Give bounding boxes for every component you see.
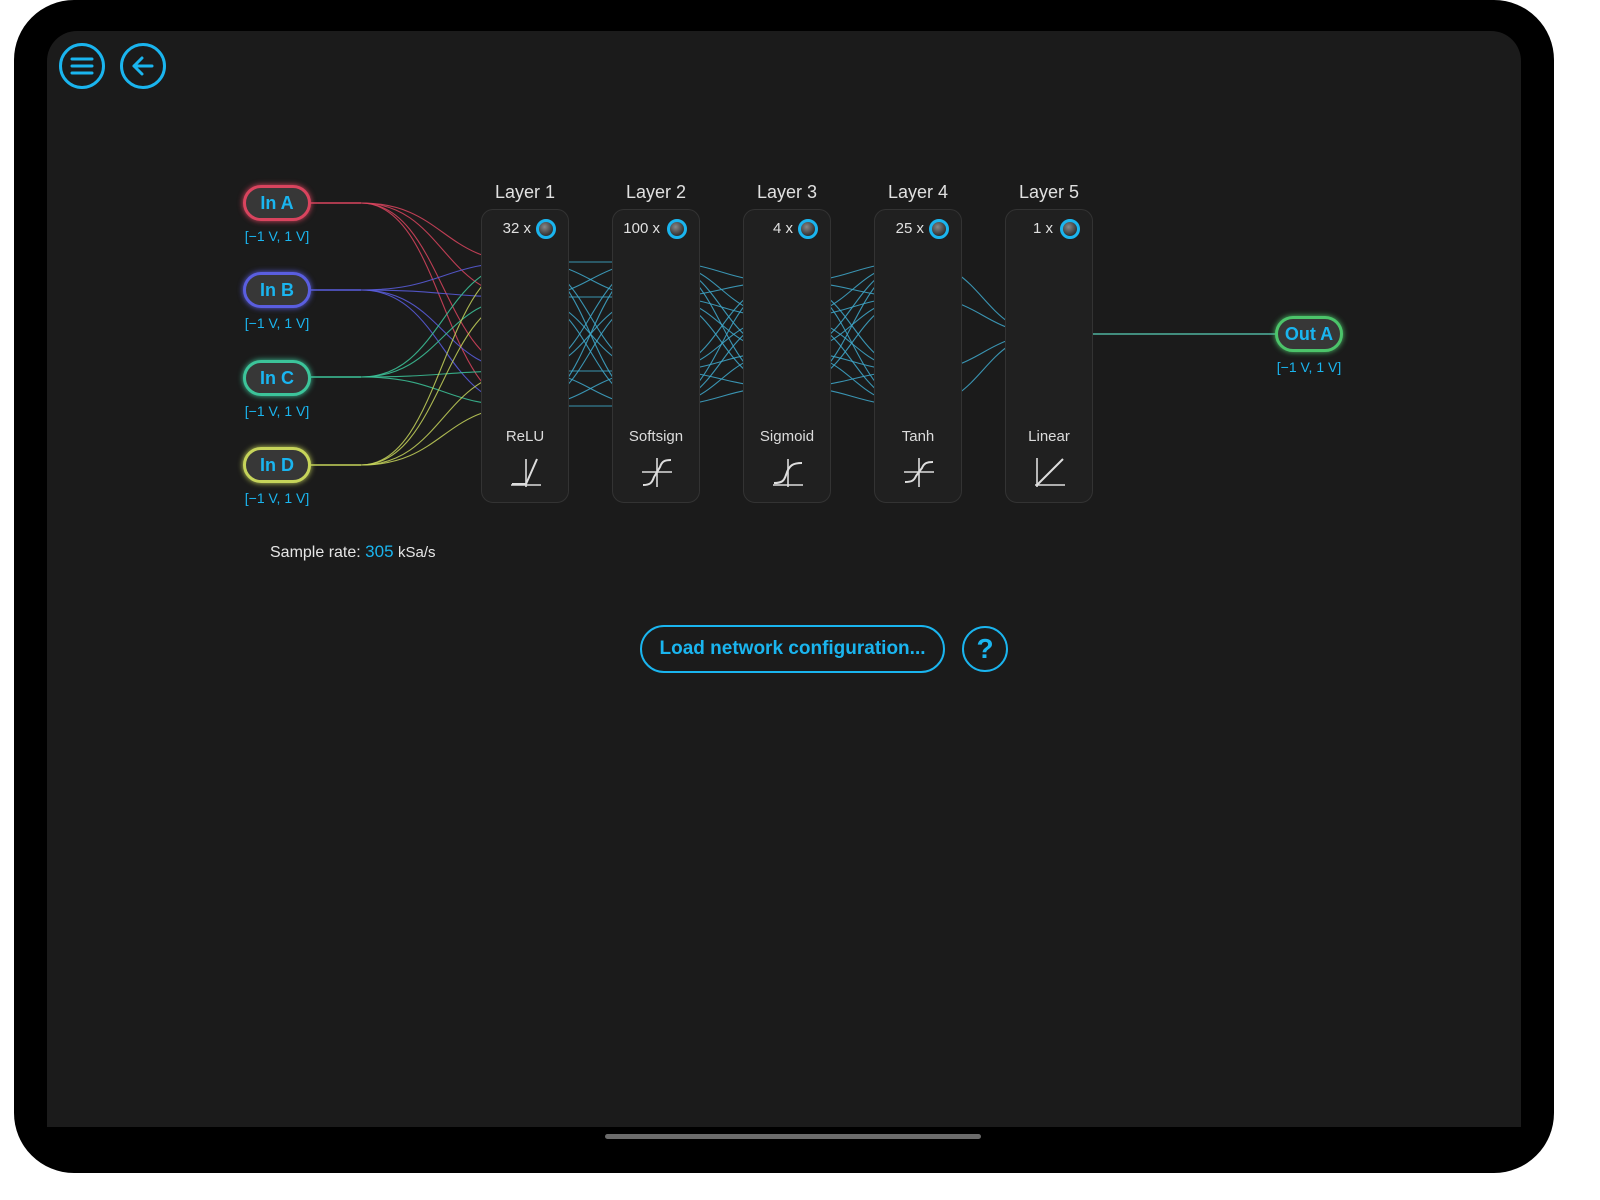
sigmoid-icon [773,459,803,487]
linear-icon [1035,458,1065,487]
layer-neuron-count: 4 x [772,220,793,237]
input-label: In C [260,367,294,388]
input-in-b[interactable]: In B [243,272,311,308]
layer-1-count-knob[interactable] [536,219,556,239]
input-in-a[interactable]: In A [243,185,311,221]
activation-label: Sigmoid [759,428,815,445]
activation-label: Softsign [628,428,684,445]
output-label: Out A [1284,323,1334,344]
sample-rate: Sample rate: 305 kSa/s [270,542,436,562]
input-range: [−1 V, 1 V] [244,228,310,244]
layer-4-count-knob[interactable] [929,219,949,239]
activation-label: ReLU [505,428,545,445]
input-label: In D [260,454,294,475]
activation-label: Tanh [901,428,935,445]
relu-icon [511,458,541,487]
help-button[interactable]: ? [962,626,1008,672]
layer-5-count-knob[interactable] [1060,219,1080,239]
output-out-a[interactable]: Out A [1275,316,1343,352]
layer-neuron-count: 100 x [623,220,660,237]
back-button[interactable] [120,43,166,89]
input-range: [−1 V, 1 V] [244,490,310,506]
menu-button[interactable] [59,43,105,89]
home-indicator [605,1134,981,1139]
activation-label: Linear [1028,428,1070,445]
layer-title: Layer 2 [625,182,687,202]
softsign-icon [642,458,672,487]
back-arrow-icon [132,56,154,76]
output-range: [−1 V, 1 V] [1276,359,1342,375]
sample-rate-value[interactable]: 305 [365,542,393,561]
layer-title: Layer 1 [494,182,556,202]
layer-title: Layer 4 [887,182,949,202]
input-label: In B [260,279,294,300]
layer-neuron-count: 25 x [895,220,924,237]
tanh-icon [904,458,934,487]
input-range: [−1 V, 1 V] [244,315,310,331]
layer-title: Layer 5 [1018,182,1080,202]
layer-title: Layer 3 [756,182,818,202]
layer-3-count-knob[interactable] [798,219,818,239]
input-in-d[interactable]: In D [243,447,311,483]
sample-rate-unit: kSa/s [398,544,436,561]
layer-neuron-count: 32 x [502,220,531,237]
layer-2-count-knob[interactable] [667,219,687,239]
load-network-configuration-button[interactable]: Load network configuration... [640,625,945,673]
input-label: In A [260,192,294,213]
menu-icon [70,57,94,75]
network-diagram [311,202,1277,466]
input-in-c[interactable]: In C [243,360,311,396]
sample-rate-label: Sample rate: [270,544,361,561]
layer-neuron-count: 1 x [1032,220,1053,237]
input-range: [−1 V, 1 V] [244,403,310,419]
